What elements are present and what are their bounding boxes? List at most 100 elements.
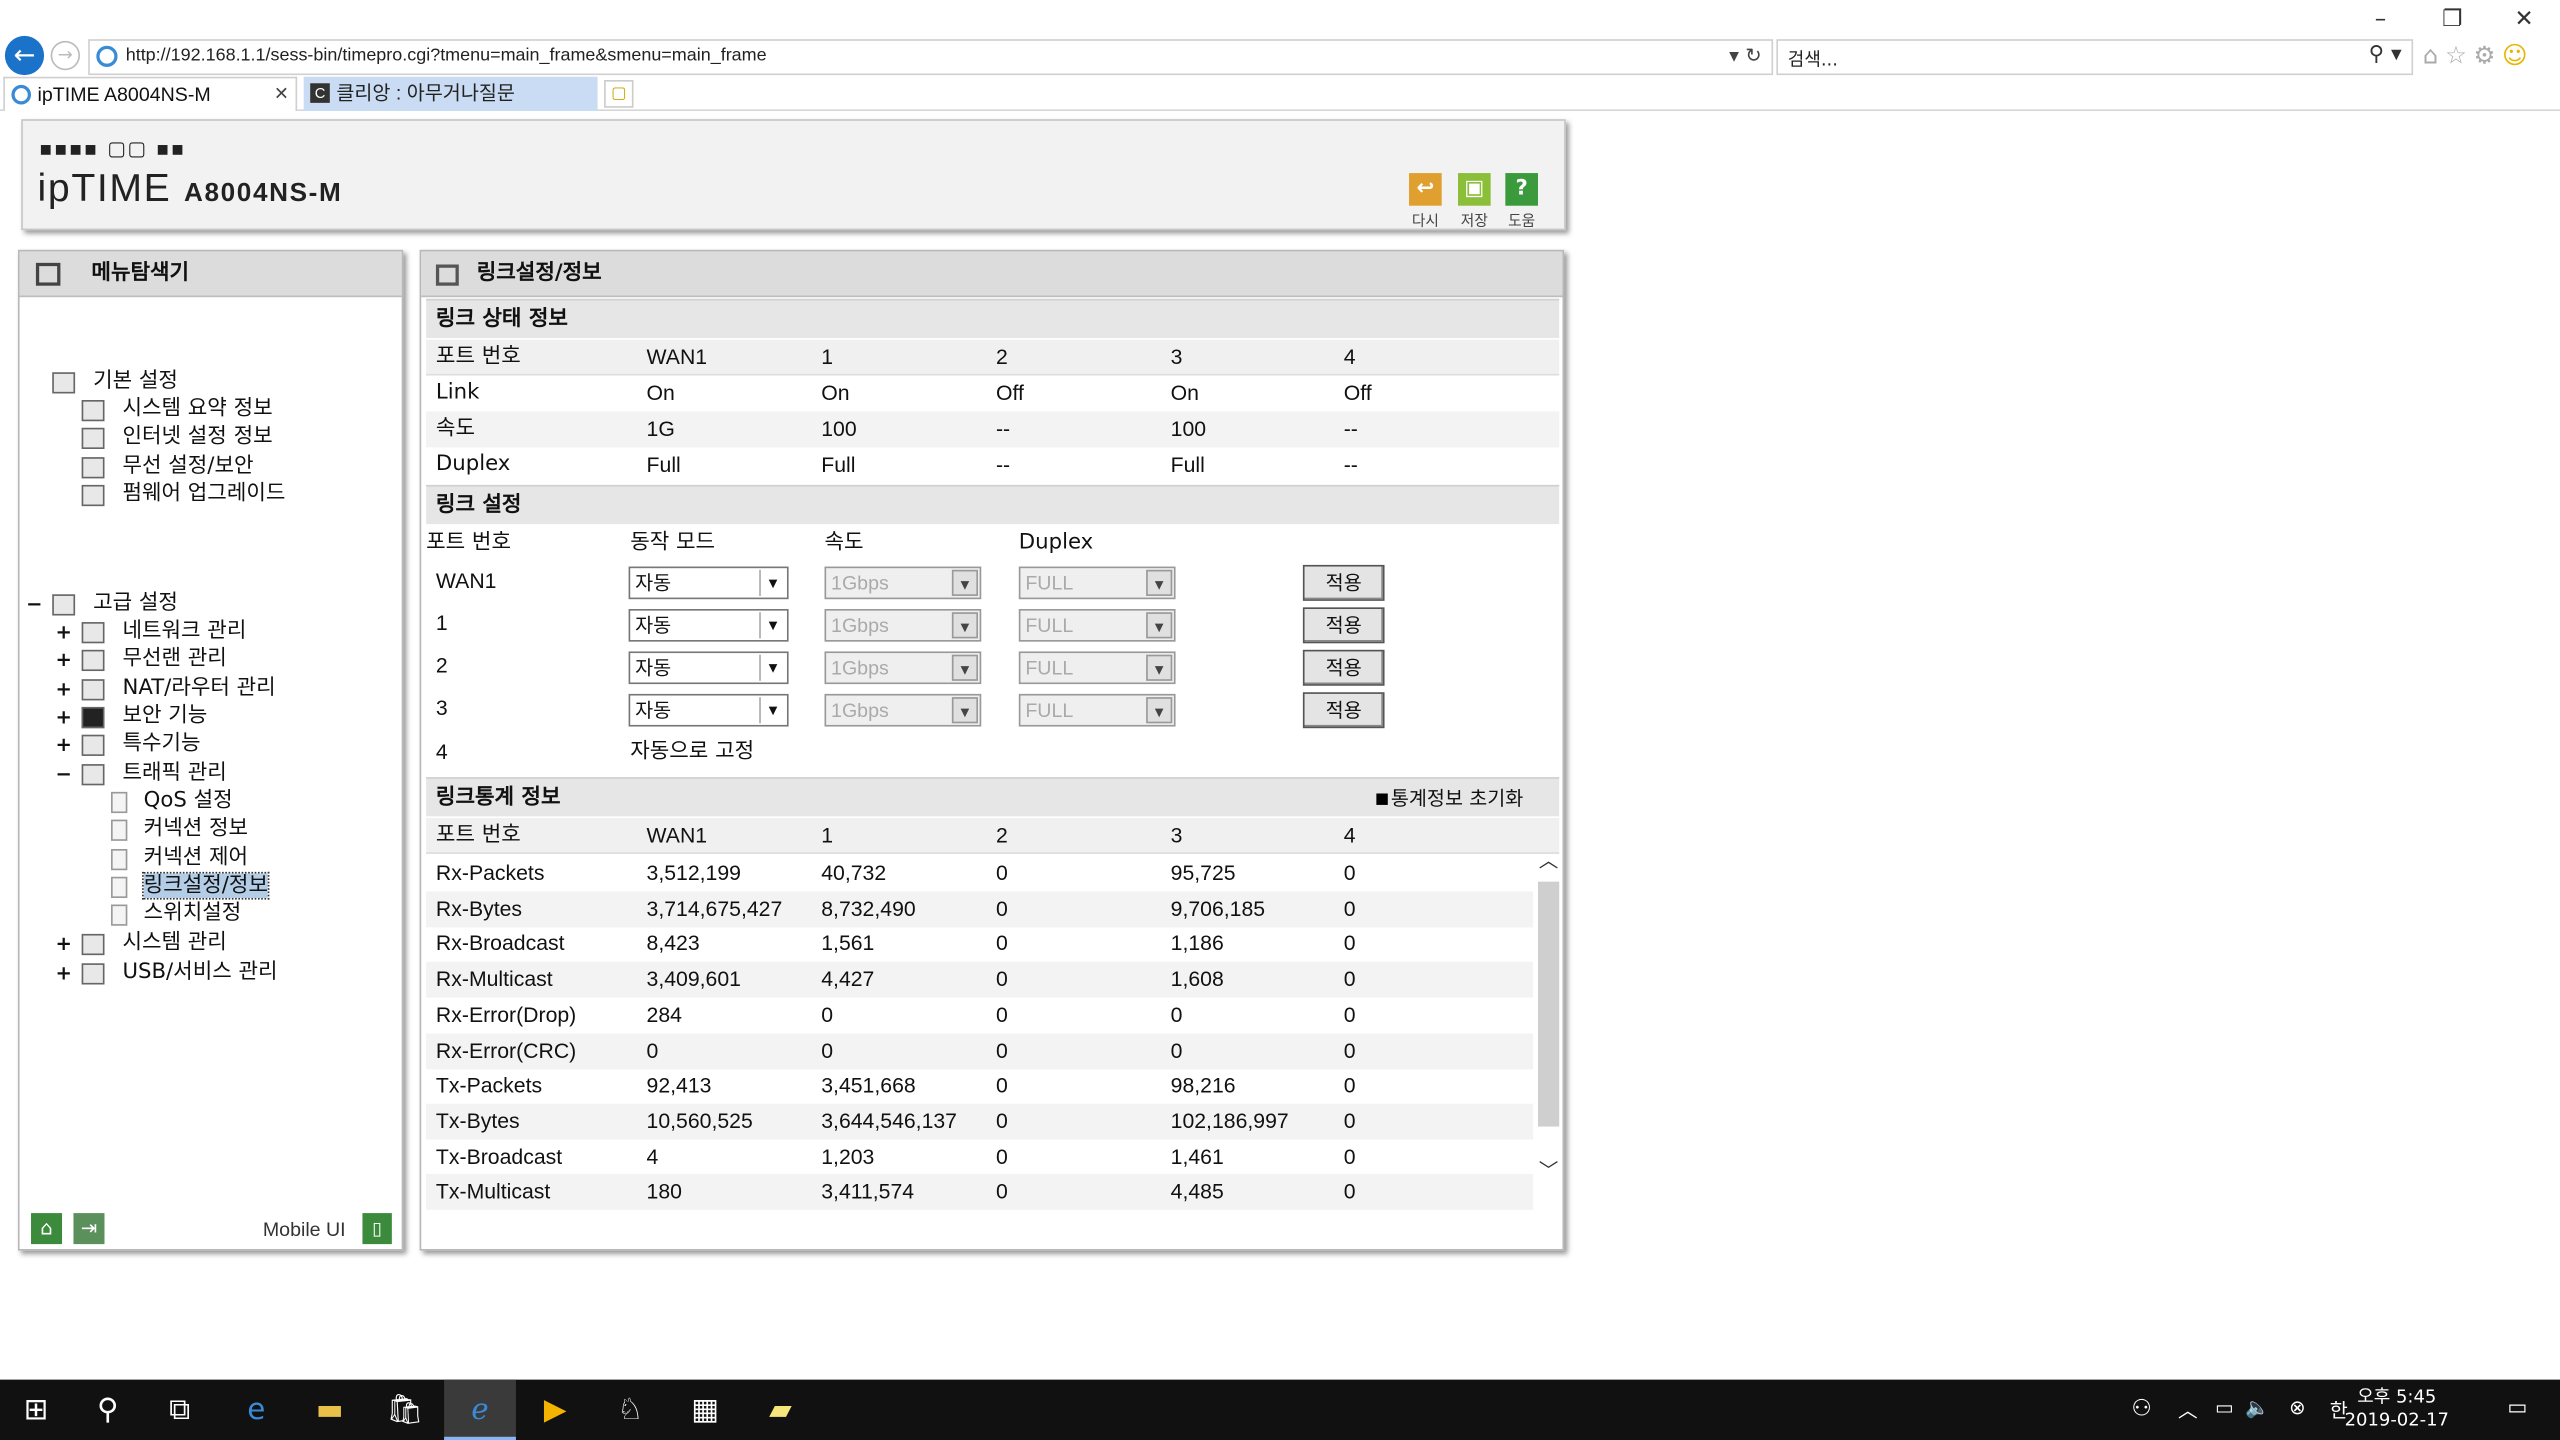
expand-icon[interactable]: + [56, 931, 72, 957]
sticky-notes-icon[interactable]: ▰ [745, 1380, 817, 1440]
menu-item-system-summary[interactable]: 시스템 요약 정보 [81, 397, 273, 423]
menu-item-firmware-upgrade[interactable]: 펌웨어 업그레이드 [81, 482, 285, 508]
search-input[interactable]: 검색... ⚲ ▾ [1776, 39, 2414, 76]
menu-item-wireless-security[interactable]: 무선 설정/보안 [81, 454, 254, 480]
feedback-smiley-icon[interactable]: ☺ [2502, 41, 2534, 70]
save-label: 저장 [1460, 213, 1488, 231]
expand-icon[interactable]: + [56, 960, 72, 986]
reset-stats-link[interactable]: 통계정보 초기화 [1376, 779, 1523, 818]
edge-icon[interactable]: e [220, 1380, 292, 1440]
menu-item-wireless-lan[interactable]: + 무선랜 관리 [56, 647, 227, 673]
address-bar[interactable]: http://192.168.1.1/sess-bin/timepro.cgi?… [88, 39, 1774, 76]
cell-value: 0 [1343, 1143, 1356, 1169]
menu-item-traffic[interactable]: − 트래픽 관리 [56, 761, 227, 787]
collapse-icon[interactable]: − [26, 591, 42, 617]
clock[interactable]: 오후 5:45 2019-02-17 [2331, 1386, 2462, 1432]
stats-row: Rx-Bytes 3,714,675,427 8,732,490 0 9,706,185… [426, 890, 1534, 927]
back-reload-button[interactable]: ↩ 다시 [1406, 173, 1445, 230]
stats-scrollbar[interactable]: ︿ ﹀ [1536, 846, 1560, 1205]
row-label: Tx-Packets [435, 1072, 543, 1098]
expand-icon[interactable]: + [56, 676, 72, 702]
menu-item-internet-info[interactable]: 인터넷 설정 정보 [81, 425, 273, 451]
file-explorer-icon[interactable]: ▬ [294, 1380, 366, 1440]
people-icon[interactable]: ⚇ [2131, 1396, 2152, 1422]
home-icon[interactable]: ⌂ [31, 1213, 63, 1245]
network-icon[interactable]: ▭ [2215, 1396, 2234, 1419]
menu-item-link-settings[interactable]: 링크설정/정보 [111, 871, 270, 900]
media-player-icon[interactable]: ▶ [519, 1380, 591, 1440]
mobile-ui-link[interactable]: Mobile UI [263, 1218, 346, 1241]
expand-icon[interactable]: + [56, 647, 72, 673]
menu-item-system[interactable]: + 시스템 관리 [56, 931, 227, 957]
new-tab-button[interactable]: ▢ [604, 80, 634, 108]
settings-gear-icon[interactable]: ⚙ [2474, 41, 2502, 70]
menu-basic-settings[interactable]: 기본 설정 [52, 369, 178, 395]
menu-item-qos[interactable]: QoS 설정 [111, 789, 233, 815]
mode-select[interactable]: 자동 ▼ [628, 651, 789, 685]
apply-button[interactable]: 적용 [1302, 649, 1385, 686]
menu-item-switch-settings[interactable]: 스위치설정 [111, 901, 241, 927]
apply-button[interactable]: 적용 [1302, 607, 1385, 644]
wifi-icon [81, 649, 105, 672]
expand-icon[interactable]: + [56, 731, 72, 757]
clock-time: 오후 5:45 [2357, 1386, 2437, 1408]
collapse-icon[interactable]: − [56, 761, 72, 787]
status-header-row: 포트 번호 WAN1 1 2 3 4 [426, 339, 1560, 376]
task-view-icon[interactable]: ⧉ [144, 1380, 216, 1440]
internet-explorer-icon[interactable]: ℯ [444, 1379, 516, 1440]
router-icon [81, 679, 105, 701]
menu-item-special[interactable]: + 특수기능 [56, 731, 201, 757]
menu-item-usb-service[interactable]: + USB/서비스 관리 [56, 960, 278, 986]
forward-button[interactable]: → [50, 40, 81, 71]
menu-item-connection-control[interactable]: 커넥션 제어 [111, 846, 248, 872]
notification-icon[interactable]: ▭ [2507, 1396, 2527, 1420]
logout-icon[interactable]: ⇥ [73, 1213, 105, 1245]
mode-select[interactable]: 자동 ▼ [628, 566, 789, 600]
store-icon[interactable]: 🛍 [369, 1380, 441, 1440]
cell-value: Full [1170, 452, 1205, 477]
port-label: WAN1 [435, 568, 497, 593]
search-icon[interactable]: ⚲ [72, 1380, 144, 1440]
search-icon[interactable]: ⚲ ▾ [2369, 42, 2402, 66]
back-button[interactable]: ← [4, 35, 45, 76]
menu-advanced-settings[interactable]: − 고급 설정 [26, 591, 178, 617]
menu-item-nat-router[interactable]: + NAT/라우터 관리 [56, 676, 276, 702]
chevron-up-icon[interactable]: ︿ [2178, 1396, 2198, 1424]
app-fox-icon[interactable]: ♘ [594, 1380, 666, 1440]
refresh-icon[interactable]: ▾ ↻ [1729, 44, 1762, 67]
scroll-down-icon[interactable]: ﹀ [1536, 1156, 1560, 1184]
expand-icon[interactable]: + [56, 704, 72, 730]
start-windows-icon[interactable]: ⊞ [0, 1380, 72, 1440]
cell-value: 180 [646, 1179, 682, 1204]
home-icon[interactable]: ⌂ [2423, 41, 2445, 70]
menu-item-connection-info[interactable]: 커넥션 정보 [111, 816, 248, 842]
apply-button[interactable]: 적용 [1302, 564, 1385, 601]
tab-clien[interactable]: C 클리앙 : 아무거나질문 [303, 76, 598, 112]
tab-close-icon[interactable]: ✕ [274, 78, 289, 112]
chevron-down-icon: ▼ [1146, 569, 1173, 596]
mode-select[interactable]: 자동 ▼ [628, 693, 789, 727]
minimize-icon[interactable]: – [2345, 7, 2417, 33]
warning-icon[interactable]: ⊗ [2289, 1396, 2305, 1419]
tab-iptime[interactable]: ipTIME A8004NS-M ✕ [3, 76, 298, 112]
mode-select[interactable]: 자동 ▼ [628, 608, 789, 642]
help-button[interactable]: ? 도움 [1502, 173, 1541, 230]
volume-icon[interactable]: 🔈 [2245, 1396, 2269, 1419]
column-header: 포트 번호 [426, 530, 512, 556]
mobile-icon[interactable]: ▯ [362, 1213, 392, 1245]
menu-item-security[interactable]: + 보안 기능 [56, 704, 208, 730]
duplex-select-value: FULL [1025, 613, 1074, 637]
favorites-star-icon[interactable]: ☆ [2445, 41, 2473, 70]
apply-button[interactable]: 적용 [1302, 692, 1385, 729]
restore-icon[interactable]: ❐ [2416, 7, 2488, 33]
expand-icon[interactable]: + [56, 619, 72, 645]
save-button[interactable]: ▣ 저장 [1455, 173, 1494, 230]
cell-value: 3,512,199 [646, 860, 741, 885]
cell-value: 0 [1343, 1072, 1356, 1098]
calculator-icon[interactable]: ▦ [669, 1380, 741, 1440]
close-icon[interactable]: ✕ [2488, 7, 2560, 33]
scroll-thumb[interactable] [1538, 881, 1560, 1127]
cell-value: 92,413 [646, 1072, 712, 1098]
menu-item-network[interactable]: + 네트워크 관리 [56, 619, 247, 645]
duplex-select: FULL ▼ [1018, 566, 1176, 600]
